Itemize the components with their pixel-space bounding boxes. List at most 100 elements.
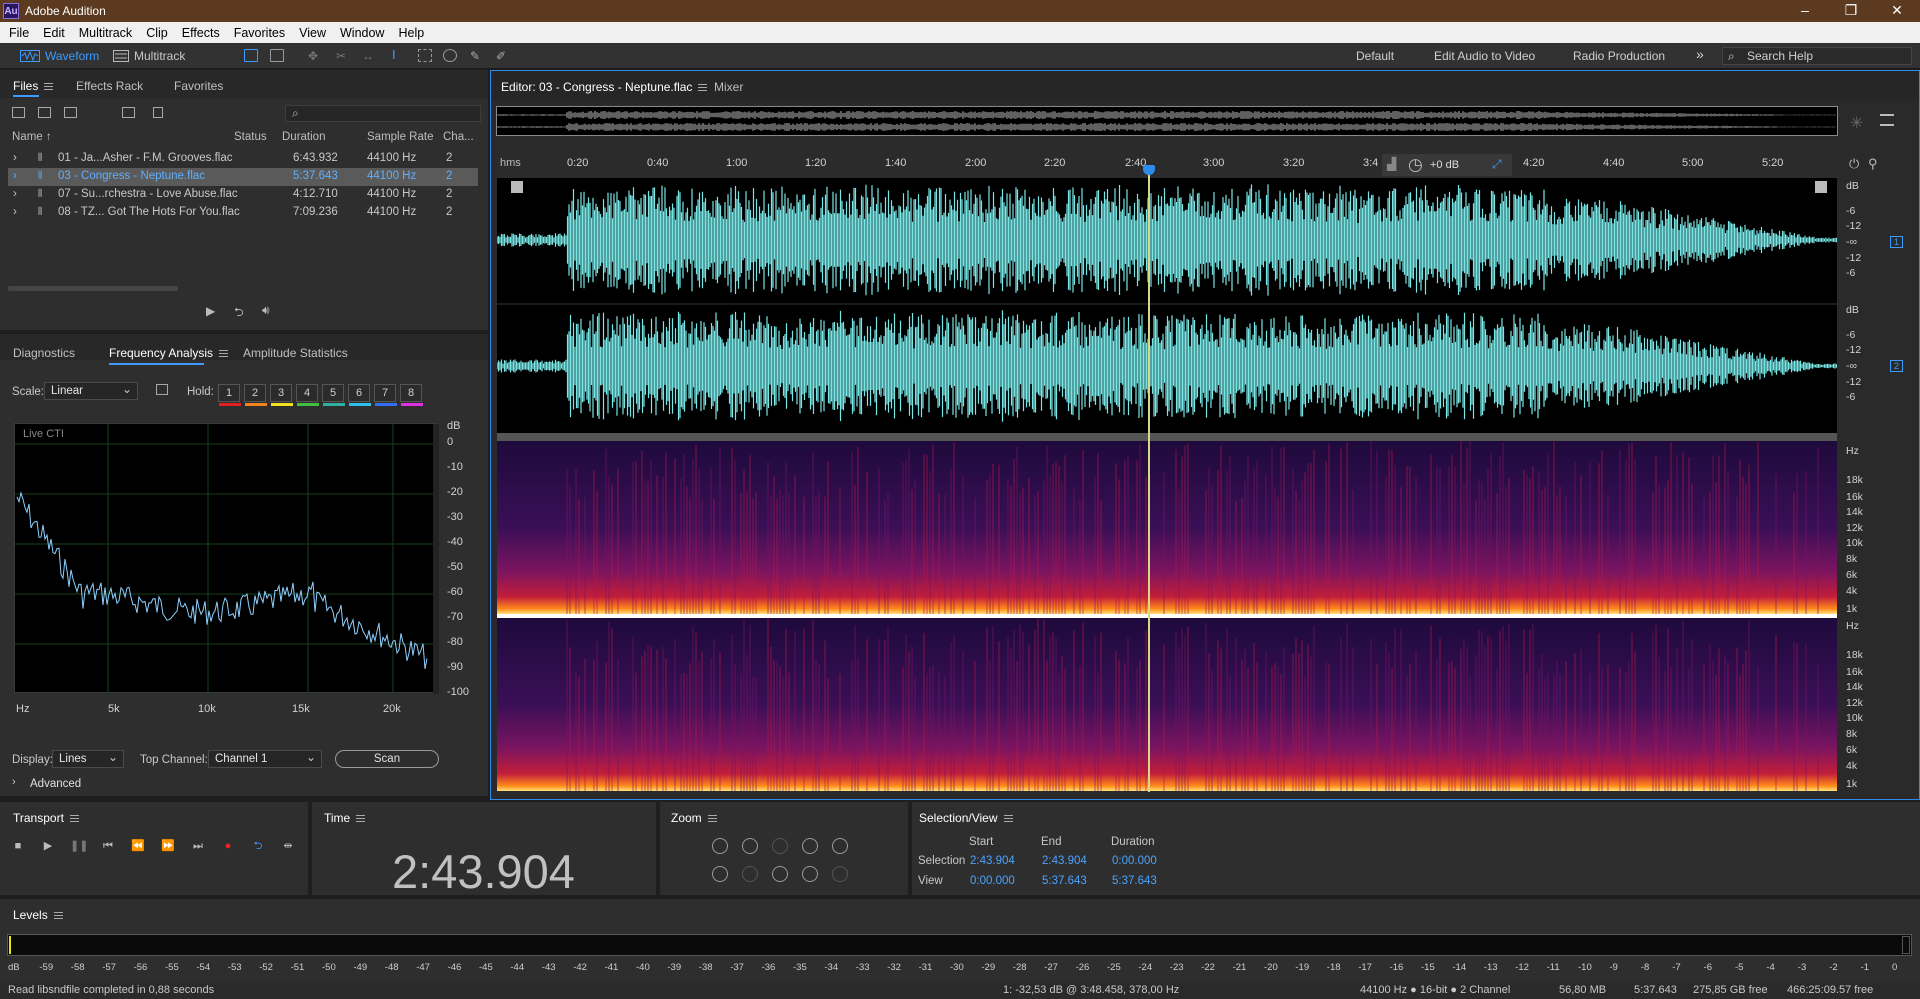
panel-menu-icon[interactable] [356, 815, 366, 823]
tab-amplitude-statistics[interactable]: Amplitude Statistics [243, 346, 348, 360]
menu-favorites[interactable]: Favorites [227, 26, 292, 40]
hold-button-3[interactable]: 3 [270, 384, 293, 406]
delete-icon[interactable] [153, 107, 163, 118]
zoom-in-time-icon[interactable] [742, 838, 758, 854]
tab-frequency-analysis[interactable]: Frequency Analysis [109, 346, 229, 360]
hold-button-1[interactable]: 1 [218, 384, 241, 406]
time-ruler[interactable]: hms 0:20 0:40 1:00 1:20 1:40 2:00 2:20 2:40 3:00 3… [497, 152, 1837, 178]
panel-menu-icon[interactable] [219, 350, 229, 358]
menu-clip[interactable]: Clip [139, 26, 175, 40]
workspace-default[interactable]: Default [1356, 49, 1394, 63]
menu-file[interactable]: File [2, 26, 36, 40]
time-display[interactable]: 2:43.904 [392, 844, 575, 899]
record-button[interactable]: ● [220, 838, 236, 854]
spot-healing-tool-icon[interactable]: ✐ [496, 49, 510, 63]
tab-effects-rack[interactable]: Effects Rack [76, 79, 143, 93]
menu-edit[interactable]: Edit [36, 26, 72, 40]
spectral-divider[interactable] [497, 433, 1837, 441]
file-row[interactable]: › ⫼ 08 - TZ... Got The Hots For You.flac… [8, 204, 478, 222]
column-name[interactable]: Name ↑ [12, 131, 52, 143]
minimize-icon[interactable]: – [1782, 0, 1828, 22]
previous-button[interactable]: ⏮ [100, 838, 116, 854]
loop-button[interactable]: ⮌ [250, 838, 266, 854]
play-icon[interactable]: ▶ [206, 304, 215, 318]
marker-icon[interactable]: ⚲ [1868, 156, 1878, 172]
menu-effects[interactable]: Effects [175, 26, 227, 40]
zoom-reset-icon[interactable] [832, 838, 848, 854]
slip-tool-icon[interactable]: ↔ [362, 49, 376, 63]
hold-button-7[interactable]: 7 [374, 384, 397, 406]
hold-button-8[interactable]: 8 [400, 384, 423, 406]
lasso-tool-icon[interactable] [443, 49, 457, 62]
panel-menu-icon[interactable] [44, 83, 54, 91]
menu-view[interactable]: View [292, 26, 333, 40]
column-channels[interactable]: Cha... [443, 131, 474, 143]
workspaces-more-button[interactable]: » [1696, 46, 1704, 62]
waveform-mode-button[interactable]: Waveform [20, 47, 99, 65]
tab-files[interactable]: Files [13, 79, 54, 93]
hold-button-6[interactable]: 6 [348, 384, 371, 406]
panel-menu-icon[interactable] [707, 815, 717, 823]
expand-icon[interactable]: › [13, 188, 17, 200]
volume-knob-icon[interactable]: ◷ [1408, 155, 1423, 175]
column-status[interactable]: Status [234, 131, 267, 143]
zoom-to-selection-icon[interactable] [772, 838, 788, 854]
loop-playback-icon[interactable]: ⮌ [234, 303, 244, 324]
waveform-display[interactable] [496, 178, 1838, 433]
zoom-out-point-icon[interactable] [802, 866, 818, 882]
zoom-out-time-icon[interactable] [742, 866, 758, 882]
pin-hud-icon[interactable]: ⤢ [1492, 157, 1502, 172]
advanced-section[interactable]: Advanced [30, 778, 81, 790]
zoom-out-full-icon[interactable] [802, 838, 818, 854]
scale-dropdown[interactable]: Linear [44, 381, 138, 400]
move-tool-icon[interactable]: ✥ [308, 49, 322, 63]
menu-window[interactable]: Window [333, 26, 391, 40]
open-file-icon[interactable] [12, 107, 25, 118]
display-dropdown[interactable]: Lines [52, 749, 124, 768]
skip-selection-button[interactable]: ⇹ [280, 838, 296, 854]
expand-icon[interactable]: › [13, 170, 17, 182]
hold-button-5[interactable]: 5 [322, 384, 345, 406]
top-channel-dropdown[interactable]: Channel 1 [208, 749, 322, 768]
maximize-icon[interactable]: ❐ [1828, 0, 1874, 22]
marquee-tool-icon[interactable] [418, 49, 432, 62]
gain-value[interactable]: +0 dB [1430, 159, 1459, 171]
zoom-to-level-icon[interactable] [832, 866, 848, 882]
panel-menu-icon[interactable] [698, 84, 708, 92]
zoom-lock-icon[interactable]: ✳ [1850, 113, 1863, 133]
selection-duration[interactable]: 0:00.000 [1112, 855, 1157, 867]
hold-button-2[interactable]: 2 [244, 384, 267, 406]
menu-multitrack[interactable]: Multitrack [72, 26, 139, 40]
zoom-vertical-icon[interactable] [511, 181, 523, 193]
tab-diagnostics[interactable]: Diagnostics [13, 346, 75, 360]
fast-forward-button[interactable]: ⏩ [160, 838, 176, 854]
import-file-icon[interactable] [38, 107, 51, 118]
file-row[interactable]: › ⫼ 03 - Congress - Neptune.flac 5:37.64… [8, 168, 478, 186]
file-row[interactable]: › ⫼ 07 - Su...rchestra - Love Abuse.flac… [8, 186, 478, 204]
zoom-out-amplitude-icon[interactable] [712, 866, 728, 882]
multi-view-icon[interactable] [156, 384, 168, 395]
time-selection-tool-icon[interactable]: I [392, 48, 406, 62]
tab-mixer[interactable]: Mixer [714, 80, 743, 94]
new-file-icon[interactable] [64, 107, 77, 118]
snap-icon[interactable]: ⏻ [1849, 156, 1859, 172]
hold-button-4[interactable]: 4 [296, 384, 319, 406]
expand-icon[interactable]: › [13, 152, 17, 164]
workspace-radio-production[interactable]: Radio Production [1573, 49, 1665, 63]
brush-tool-icon[interactable]: ✎ [470, 49, 484, 63]
workspace-edit-audio-to-video[interactable]: Edit Audio to Video [1434, 49, 1535, 63]
zoom-vertical-icon[interactable] [1815, 181, 1827, 193]
panel-menu-icon[interactable] [53, 912, 63, 920]
spectral-display[interactable] [497, 441, 1837, 791]
pause-button[interactable]: ❚❚ [70, 838, 88, 854]
panel-menu-icon[interactable] [69, 815, 79, 823]
selection-end[interactable]: 2:43.904 [1042, 855, 1087, 867]
file-row[interactable]: › ⫼ 01 - Ja...Asher - F.M. Grooves.flac … [8, 150, 478, 168]
zoom-in-amplitude-icon[interactable] [712, 838, 728, 854]
auto-play-icon[interactable]: 🔊︎ [262, 303, 270, 318]
play-button[interactable]: ▶ [40, 838, 56, 854]
current-time-indicator[interactable] [1148, 166, 1150, 792]
column-sample-rate[interactable]: Sample Rate [367, 131, 433, 143]
channel-label-1[interactable]: 1 [1890, 236, 1904, 248]
overview-navigator[interactable] [496, 106, 1838, 136]
